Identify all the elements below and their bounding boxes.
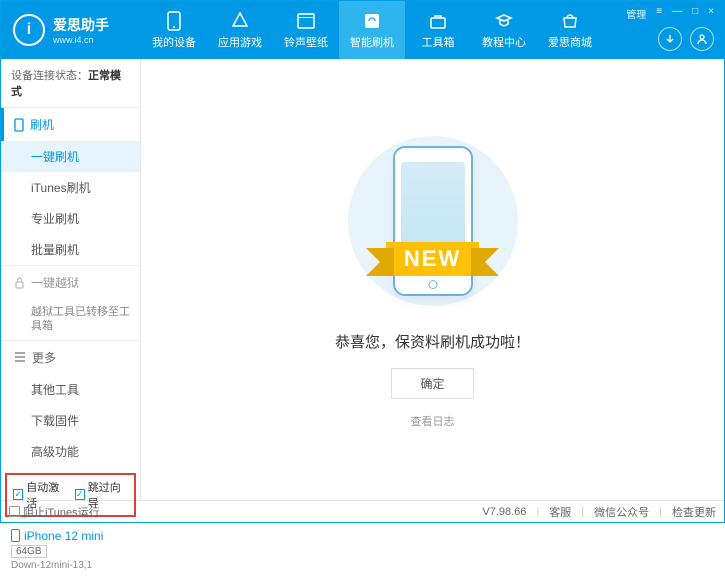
store-icon <box>560 11 580 31</box>
logo-text: 爱思助手 www.i4.cn <box>53 15 109 45</box>
sidebar-item-other-tools[interactable]: 其他工具 <box>1 374 140 405</box>
more-header[interactable]: 更多 <box>1 341 140 374</box>
version-label: V7.98.66 <box>482 506 526 518</box>
tutorial-icon <box>494 11 514 31</box>
checkbox-icon: ✓ <box>13 489 23 500</box>
flash-header[interactable]: 刷机 <box>1 108 140 141</box>
flash-header-label: 刷机 <box>30 116 54 133</box>
sidebar-item-download-firmware[interactable]: 下载固件 <box>1 405 140 436</box>
tab-label: 爱思商城 <box>548 34 592 50</box>
update-link[interactable]: 检查更新 <box>672 504 716 520</box>
device-model: Down-12mini-13,1 <box>11 560 130 571</box>
new-ribbon: NEW <box>386 242 479 276</box>
conn-label: 设备连接状态： <box>11 70 88 82</box>
phone-icon <box>164 11 184 31</box>
app-logo-icon: i <box>13 14 45 46</box>
connection-status: 设备连接状态：正常模式 <box>1 59 140 107</box>
close-button[interactable]: × <box>706 5 716 22</box>
header-circle-buttons <box>658 27 714 51</box>
more-section: 更多 其他工具 下载固件 高级功能 <box>1 340 140 467</box>
tab-label: 工具箱 <box>422 34 455 50</box>
phone-illustration: NEW <box>348 131 518 311</box>
window-controls: 管理 ≡ — □ × <box>624 5 716 22</box>
tab-smart-flash[interactable]: 智能刷机 <box>339 1 405 59</box>
divider: | <box>536 506 539 518</box>
logo-area: i 爱思助手 www.i4.cn <box>1 14 141 46</box>
sidebar-item-pro-flash[interactable]: 专业刷机 <box>1 203 140 234</box>
tab-label: 应用游戏 <box>218 34 262 50</box>
tab-label: 教程中心 <box>482 34 526 50</box>
user-button[interactable] <box>690 27 714 51</box>
divider: | <box>659 506 662 518</box>
tab-store[interactable]: 爱思商城 <box>537 1 603 59</box>
tab-tutorials[interactable]: 教程中心 <box>471 1 537 59</box>
header-bar: i 爱思助手 www.i4.cn 我的设备 应用游戏 铃声壁纸 智能刷机 工具箱 <box>1 1 724 59</box>
phone-home-button-icon <box>428 280 437 289</box>
footer-right: V7.98.66 | 客服 | 微信公众号 | 检查更新 <box>482 504 716 520</box>
device-phone-icon <box>11 529 20 542</box>
minimize-button[interactable]: — <box>670 5 684 22</box>
sidebar-item-advanced[interactable]: 高级功能 <box>1 436 140 467</box>
toolbox-icon <box>428 11 448 31</box>
view-log-link[interactable]: 查看日志 <box>411 413 455 429</box>
menu-button[interactable]: ≡ <box>654 5 664 22</box>
checkbox-icon <box>9 506 20 517</box>
confirm-button[interactable]: 确定 <box>391 368 473 399</box>
support-link[interactable]: 客服 <box>549 504 571 520</box>
footer-left: 阻止iTunes运行 <box>9 504 482 520</box>
body-area: 设备连接状态：正常模式 刷机 一键刷机 iTunes刷机 专业刷机 批量刷机 一… <box>1 59 724 500</box>
tab-label: 智能刷机 <box>350 34 394 50</box>
jailbreak-note: 越狱工具已转移至工具箱 <box>1 299 140 340</box>
maximize-button[interactable]: □ <box>690 5 700 22</box>
device-name: iPhone 12 mini <box>11 529 130 543</box>
divider: | <box>581 506 584 518</box>
jailbreak-header: 一键越狱 <box>1 266 140 299</box>
jailbreak-section: 一键越狱 越狱工具已转移至工具箱 <box>1 265 140 340</box>
app-url: www.i4.cn <box>53 35 109 45</box>
block-itunes-label: 阻止iTunes运行 <box>23 504 100 520</box>
checkbox-icon: ✓ <box>75 489 85 500</box>
phone-small-icon <box>14 118 24 132</box>
tab-label: 铃声壁纸 <box>284 34 328 50</box>
flash-icon <box>362 11 382 31</box>
tab-my-device[interactable]: 我的设备 <box>141 1 207 59</box>
app-name: 爱思助手 <box>53 15 109 35</box>
sidebar-item-oneclick-flash[interactable]: 一键刷机 <box>1 141 140 172</box>
more-header-label: 更多 <box>32 349 56 366</box>
wallpaper-icon <box>296 11 316 31</box>
tab-toolbox[interactable]: 工具箱 <box>405 1 471 59</box>
block-itunes-checkbox[interactable]: 阻止iTunes运行 <box>9 504 100 520</box>
download-button[interactable] <box>658 27 682 51</box>
wechat-link[interactable]: 微信公众号 <box>594 504 649 520</box>
manage-button[interactable]: 管理 <box>624 5 648 22</box>
flash-section: 刷机 一键刷机 iTunes刷机 专业刷机 批量刷机 <box>1 107 140 265</box>
list-icon <box>14 352 26 362</box>
main-content: NEW 恭喜您，保资料刷机成功啦！ 确定 查看日志 <box>141 59 724 500</box>
success-message: 恭喜您，保资料刷机成功啦！ <box>335 331 530 352</box>
tab-apps-games[interactable]: 应用游戏 <box>207 1 273 59</box>
tab-ringtones[interactable]: 铃声壁纸 <box>273 1 339 59</box>
footer-bar: 阻止iTunes运行 V7.98.66 | 客服 | 微信公众号 | 检查更新 <box>1 500 724 522</box>
sidebar-item-itunes-flash[interactable]: iTunes刷机 <box>1 172 140 203</box>
jailbreak-header-label: 一键越狱 <box>31 274 79 291</box>
device-name-text: iPhone 12 mini <box>24 529 103 543</box>
tab-label: 我的设备 <box>152 34 196 50</box>
apps-icon <box>230 11 250 31</box>
sidebar-item-batch-flash[interactable]: 批量刷机 <box>1 234 140 265</box>
device-storage: 64GB <box>11 545 47 558</box>
new-banner: NEW <box>386 242 479 276</box>
lock-icon <box>14 277 25 289</box>
device-block[interactable]: iPhone 12 mini 64GB Down-12mini-13,1 <box>1 523 140 577</box>
sidebar: 设备连接状态：正常模式 刷机 一键刷机 iTunes刷机 专业刷机 批量刷机 一… <box>1 59 141 500</box>
